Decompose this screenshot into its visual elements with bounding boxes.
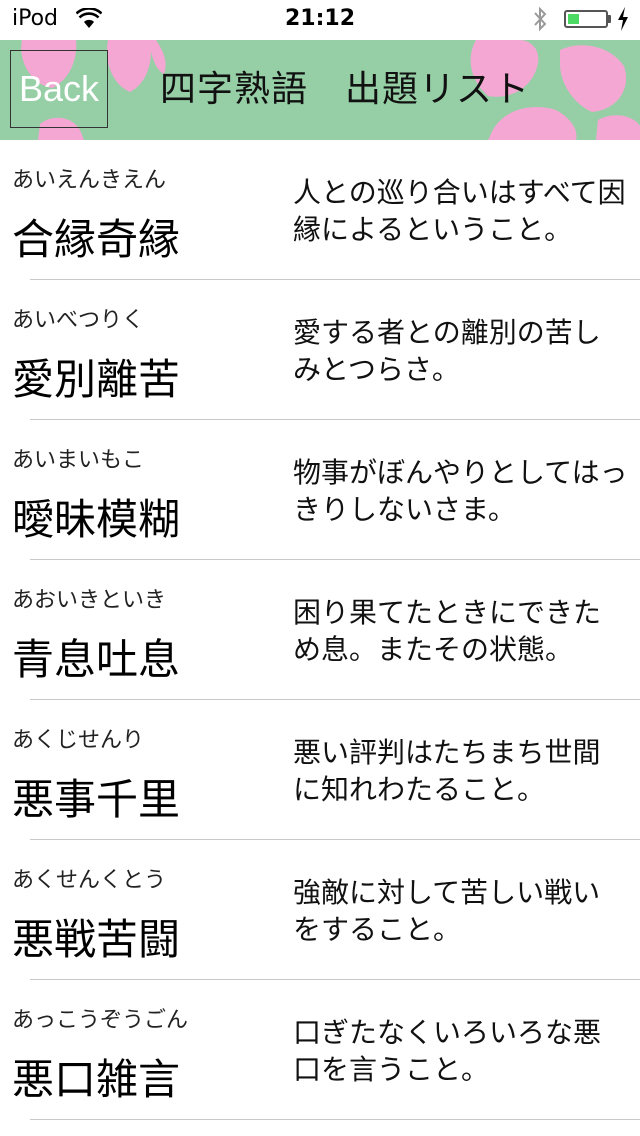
idiom-meaning: 強敵に対して苦しい戦いをすること。 — [293, 876, 601, 946]
idiom-text: 悪事千里 — [12, 775, 181, 824]
list-item[interactable]: あいえんきえん合縁奇縁 人との巡り合いはすべて因縁によるということ。 — [0, 140, 640, 280]
charging-bolt-icon — [616, 6, 630, 36]
idiom-meaning: 悪い評判はたちまち世間に知れわたること。 — [293, 736, 601, 806]
idiom-list: あいえんきえん 合縁奇縁 人との巡り合いはすべて因縁によるということ。 あいべつりく愛… — [0, 140, 640, 1120]
idiom-text: 悪戦苦闘 — [12, 915, 181, 964]
idiom-text: 曖昧模糊 — [12, 495, 181, 544]
idiom-text: 悪口雑言 — [12, 1055, 181, 1104]
idiom-text: 青息吐息 — [12, 635, 181, 684]
idiom-reading: あいべつりく — [12, 308, 145, 333]
page-title: 四字熟語 出題リスト — [160, 69, 531, 110]
list-item[interactable]: あいまいもこ曖昧模糊 物事がぼんやりとしてはっきりしないさま。 — [0, 420, 640, 560]
battery-tip — [608, 15, 611, 23]
navigation-bar: Back 四字熟語 出題リスト — [0, 40, 640, 140]
idiom-text: 愛別離苦 — [12, 355, 181, 404]
idiom-meaning: 人との巡り合いはすべて因縁によるということ。 — [293, 176, 626, 246]
idiom-reading: あくじせんり — [12, 728, 145, 753]
idiom-text: 合縁奇縁 — [12, 215, 181, 264]
list-item[interactable]: あおいきといき青息吐息 困り果てたときにできため息。またその状態。 — [0, 560, 640, 700]
list-item[interactable]: あっこうぞうごん悪口雑言 口ぎたなくいろいろな悪口を言うこと。 — [0, 980, 640, 1120]
battery-icon — [564, 10, 608, 28]
list-item[interactable]: あくじせんり悪事千里 悪い評判はたちまち世間に知れわたること。 — [0, 700, 640, 840]
idiom-meaning: 困り果てたときにできため息。またその状態。 — [293, 596, 602, 666]
list-item[interactable]: あいべつりく愛別離苦 愛する者との離別の苦しみとつらさ。 — [0, 280, 640, 420]
idiom-meaning: 愛する者との離別の苦しみとつらさ。 — [293, 316, 601, 386]
idiom-reading: あくせんくとう — [12, 868, 167, 893]
back-button[interactable]: Back — [10, 50, 108, 128]
idiom-meaning: 物事がぼんやりとしてはっきりしないさま。 — [293, 456, 628, 526]
row-divider — [30, 1119, 640, 1120]
idiom-reading: あいまいもこ — [12, 448, 145, 473]
bluetooth-icon — [532, 6, 548, 36]
idiom-reading: あいえんきえん — [12, 168, 167, 193]
idiom-reading: あっこうぞうごん — [12, 1008, 189, 1033]
battery-level-fill — [568, 14, 579, 24]
idiom-meaning: 口ぎたなくいろいろな悪口を言うこと。 — [293, 1016, 602, 1086]
idiom-reading: あおいきといき — [12, 588, 167, 613]
status-bar: iPod 21:12 — [0, 0, 640, 40]
list-item[interactable]: あくせんくとう悪戦苦闘 強敵に対して苦しい戦いをすること。 — [0, 840, 640, 980]
